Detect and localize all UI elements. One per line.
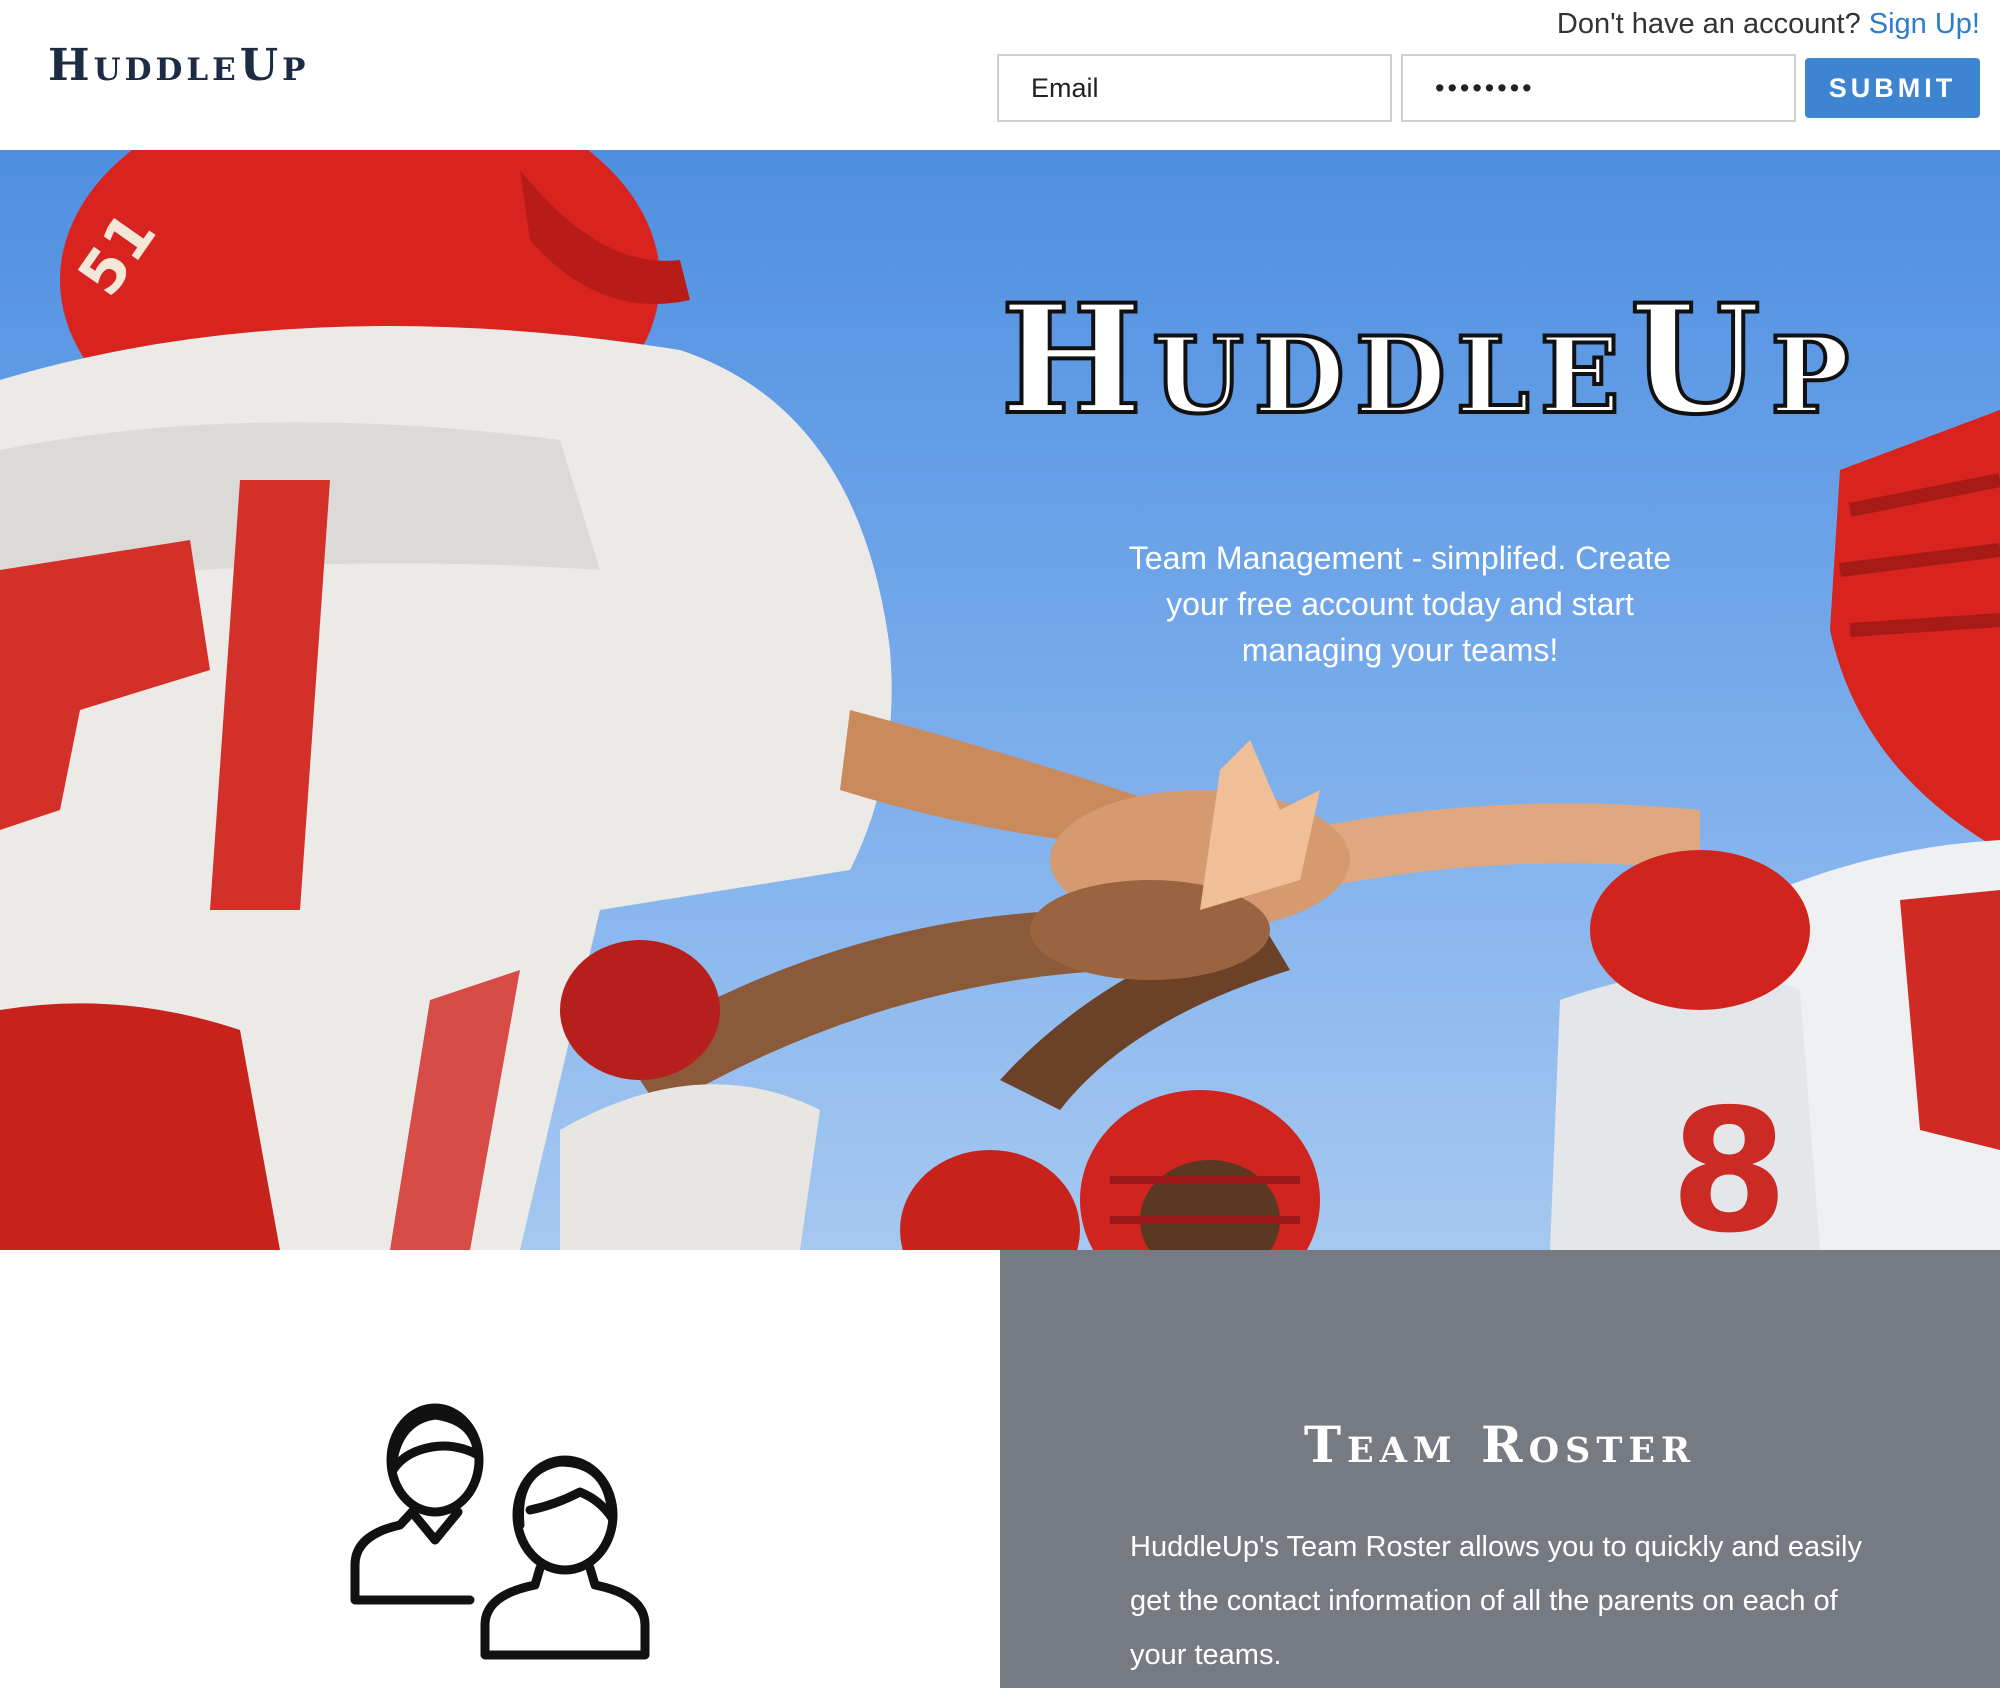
site-logo[interactable]: HuddleUp	[48, 40, 309, 91]
site-header: HuddleUp Don't have an account? Sign Up!…	[0, 0, 2000, 150]
hero-title: HuddleUp	[998, 272, 1860, 448]
feature-text-panel: Team Roster HuddleUp's Team Roster allow…	[1000, 1250, 2000, 1688]
svg-text:8: 8	[1670, 1073, 1788, 1250]
hero-subtitle: Team Management - simplifed. Create your…	[1128, 540, 1672, 668]
team-roster-people-icon	[350, 1403, 650, 1660]
feature-icon-panel	[0, 1250, 1000, 1688]
submit-button[interactable]: SUBMIT	[1805, 58, 1980, 118]
signup-link[interactable]: Sign Up!	[1869, 8, 1980, 40]
password-input[interactable]	[1401, 54, 1796, 122]
feature-description: HuddleUp's Team Roster allows you to qui…	[1130, 1531, 1862, 1671]
feature-title: Team Roster	[1303, 1415, 1697, 1474]
email-input[interactable]	[997, 54, 1392, 122]
account-prompt-text: Don't have an account?	[1556, 8, 1861, 40]
hero-banner: 51 8 HuddleUp Team Management - simplife…	[0, 150, 2000, 1250]
account-prompt: Don't have an account? Sign Up!	[1557, 8, 1980, 41]
